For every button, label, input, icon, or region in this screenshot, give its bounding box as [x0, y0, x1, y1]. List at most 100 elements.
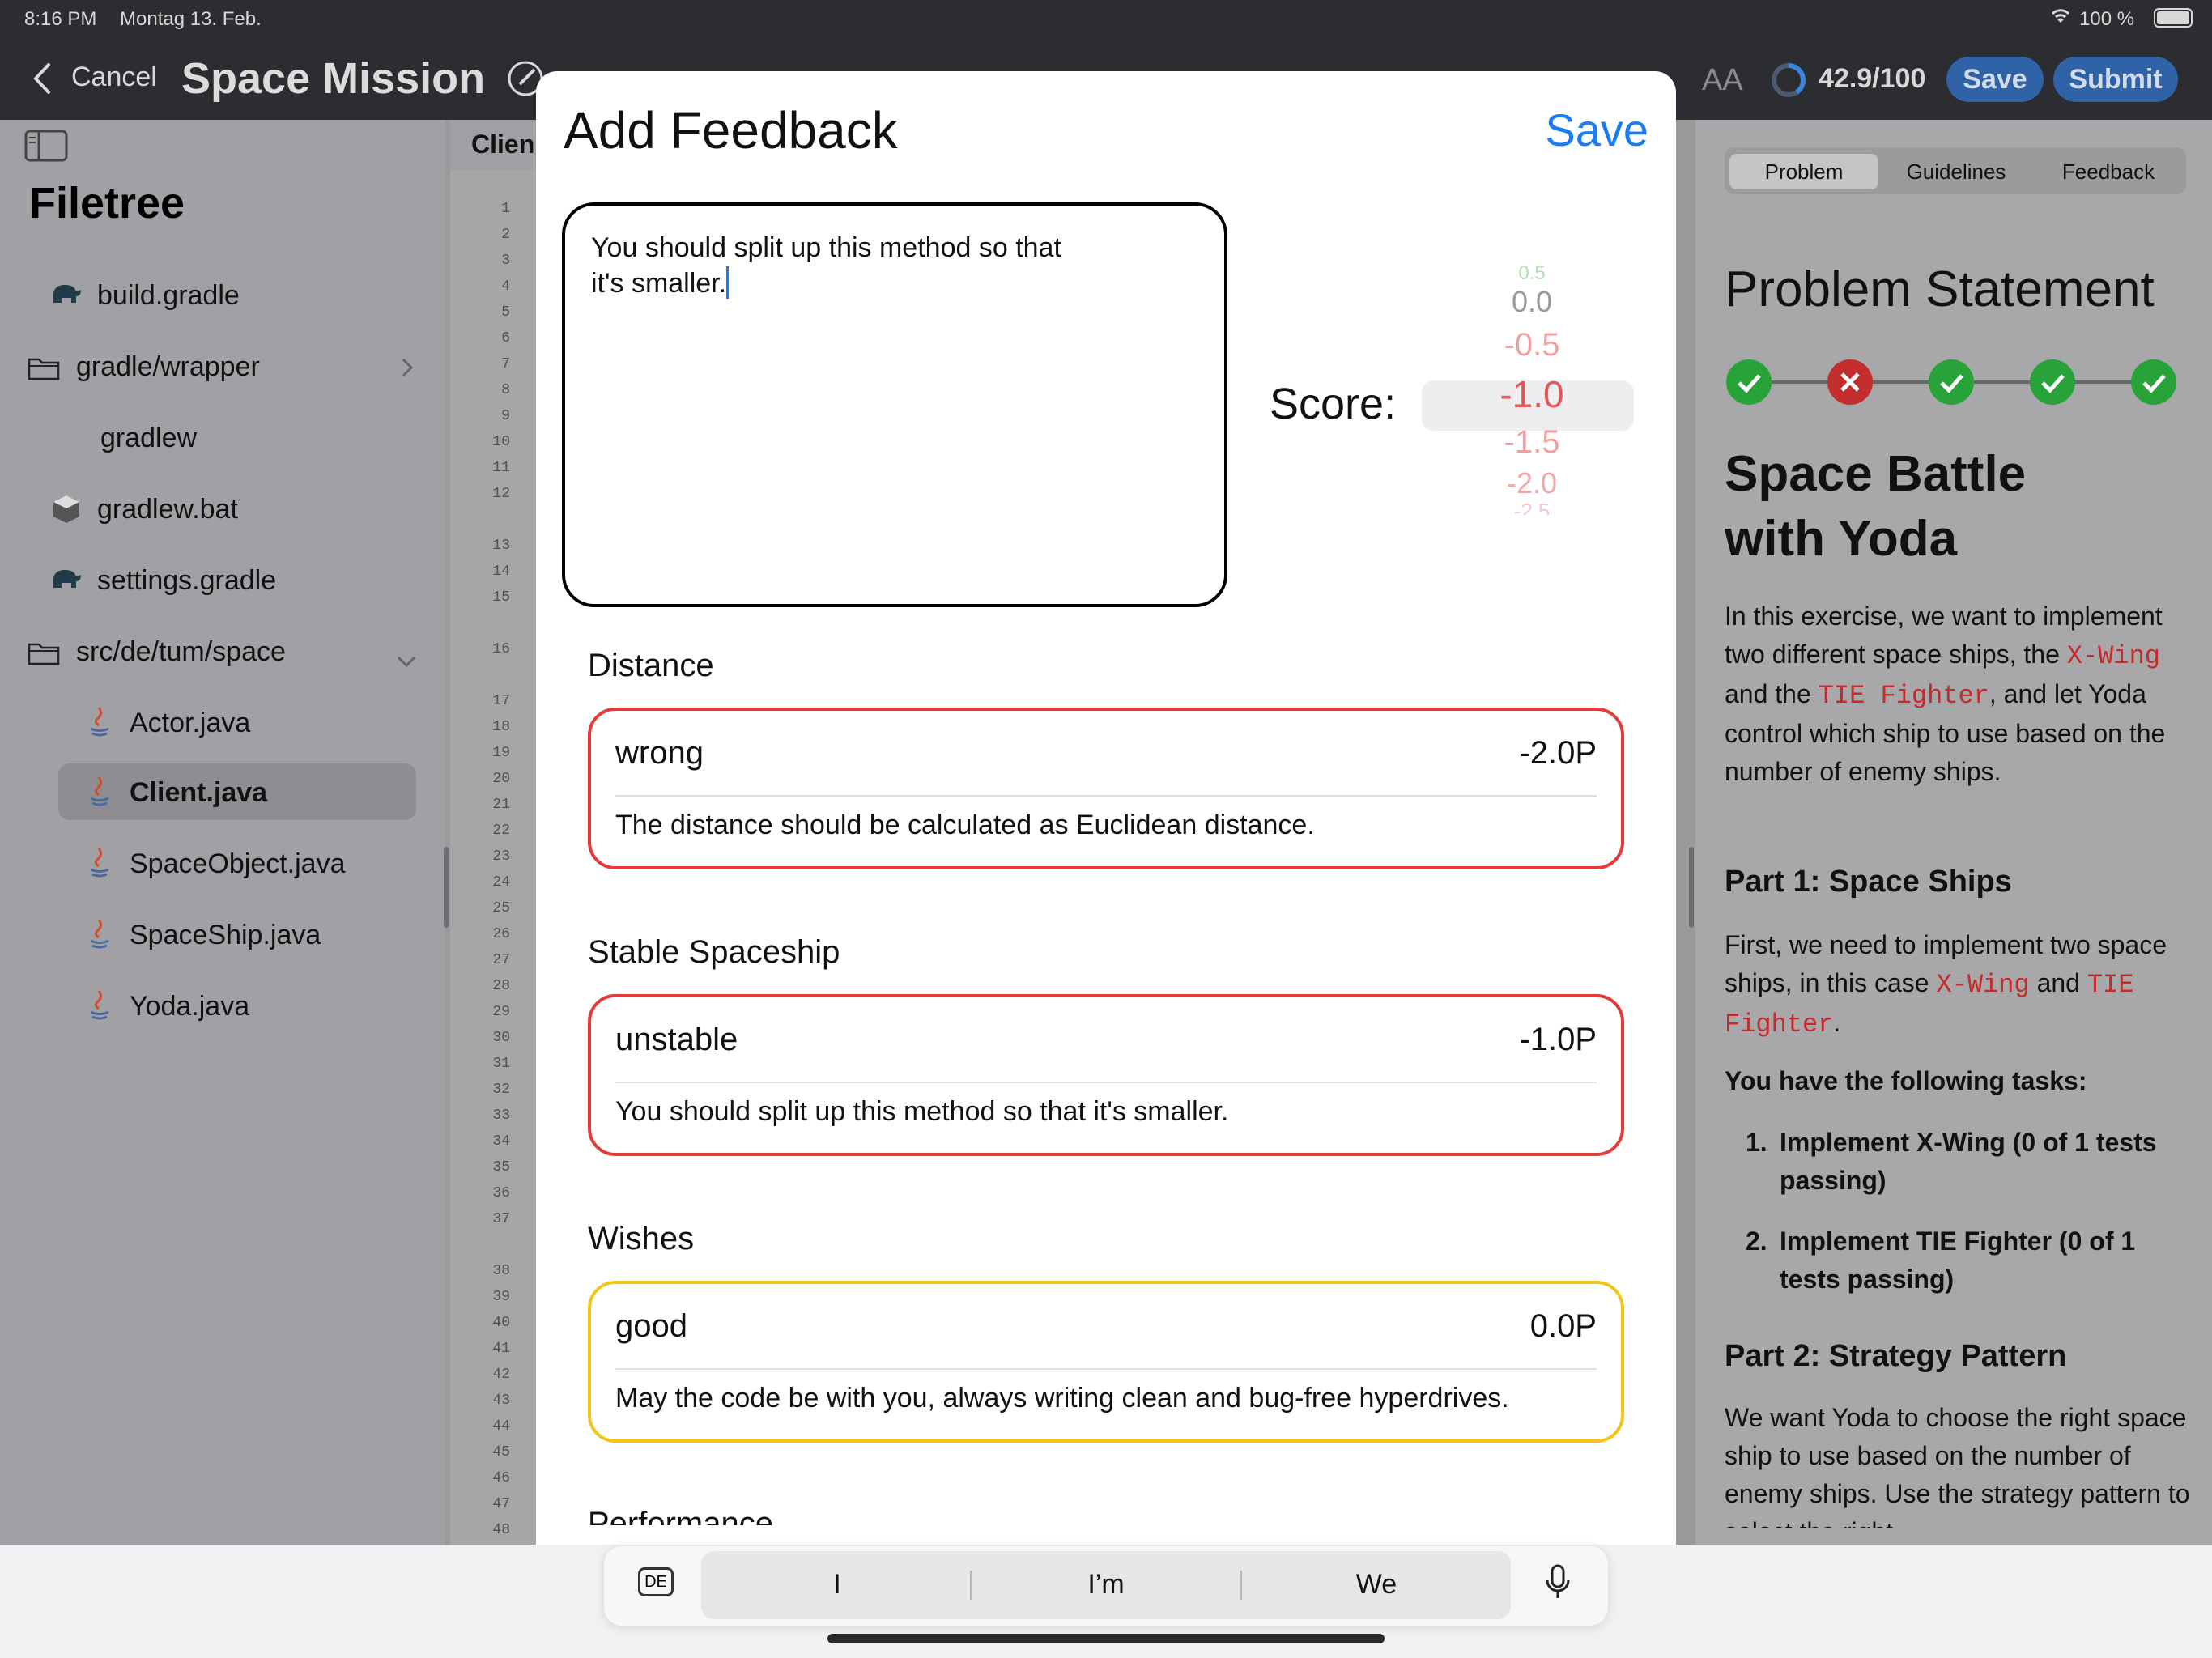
line-number: 27 [492, 952, 510, 968]
text-caret [726, 266, 730, 299]
task-item[interactable]: 1. Implement X-Wing (0 of 1 tests passing… [1725, 1124, 2194, 1200]
part2-title: Part 2: Strategy Pattern [1725, 1339, 2067, 1373]
chevron-left-icon[interactable] [31, 62, 52, 100]
line-number: 1 [501, 201, 510, 217]
suggestion-button[interactable]: I’m [985, 1569, 1227, 1601]
task-item[interactable]: 2. Implement TIE Fighter (0 of 1 tests pa… [1725, 1222, 2194, 1299]
file-client-java[interactable]: Client.java [0, 764, 445, 821]
top-save-button[interactable]: Save [1946, 57, 2044, 102]
line-number: 37 [492, 1211, 510, 1227]
cancel-button[interactable]: Cancel [71, 62, 157, 93]
folder-src[interactable]: src/de/tum/space [0, 623, 445, 680]
line-number: 8 [501, 382, 510, 398]
score-option[interactable]: -2.5 [1422, 499, 1642, 515]
score-picker-label: Score: [1270, 380, 1397, 428]
line-number: 9 [501, 408, 510, 424]
feedback-text: You should split up this method so that … [591, 232, 1061, 299]
file-yoda-java[interactable]: Yoda.java [0, 978, 445, 1035]
test-progress [1725, 356, 2178, 408]
modal-save-button[interactable]: Save [1545, 104, 1648, 156]
folder-gradle-wrapper[interactable]: gradle/wrapper [0, 338, 445, 395]
score-option[interactable]: 0.0 [1422, 285, 1642, 319]
panel-resize-handle[interactable] [1689, 847, 1694, 928]
line-number: 42 [492, 1367, 510, 1383]
text-size-button[interactable]: AA [1702, 63, 1743, 98]
line-number: 10 [492, 434, 510, 450]
line-number: 46 [492, 1470, 510, 1486]
feedback-card[interactable]: good 0.0P May the code be with you, alwa… [588, 1281, 1624, 1443]
line-number: 19 [492, 745, 510, 761]
tab-feedback[interactable]: Feedback [2034, 154, 2183, 189]
line-number: 21 [492, 797, 510, 813]
section-title: Stable Spaceship [588, 934, 840, 970]
score-option[interactable]: -0.5 [1422, 327, 1642, 363]
file-spaceship-java[interactable]: SpaceShip.java [0, 907, 445, 963]
battery-icon [2154, 8, 2193, 28]
score-option[interactable]: 0.5 [1422, 262, 1642, 285]
exercise-title: Space Battle with Yoda [1725, 446, 2027, 567]
feedback-card[interactable]: unstable -1.0P You should split up this … [588, 994, 1624, 1156]
chevron-down-icon [395, 644, 418, 676]
file-actor-java[interactable]: Actor.java [0, 695, 445, 751]
score-label: 42.9/100 [1819, 63, 1926, 94]
sidebar-resize-handle[interactable] [444, 847, 449, 928]
java-icon [87, 847, 112, 886]
java-icon [87, 706, 112, 746]
score-option[interactable]: -2.0 [1422, 466, 1642, 500]
panel-tab-control: Problem Guidelines Feedback [1725, 147, 2186, 194]
feedback-text-area[interactable]: You should split up this method so that … [562, 202, 1227, 607]
line-number: 34 [492, 1133, 510, 1150]
suggestion-button[interactable]: I [716, 1569, 959, 1601]
line-number: 36 [492, 1185, 510, 1201]
feedback-card[interactable]: wrong -2.0P The distance should be calcu… [588, 708, 1624, 869]
line-number: 7 [501, 356, 510, 372]
submit-button[interactable]: Submit [2053, 57, 2178, 102]
line-number: 48 [492, 1522, 510, 1538]
status-bar: 8:16 PM Montag 13. Feb. 100 % [0, 0, 2212, 39]
line-number: 15 [492, 589, 510, 606]
sidebar-toggle-icon[interactable] [24, 130, 68, 166]
file-spaceobject-java[interactable]: SpaceObject.java [0, 835, 445, 892]
autocomplete-suggestions: I I’m We [701, 1551, 1511, 1619]
suggestion-button[interactable]: We [1255, 1569, 1498, 1601]
microphone-icon[interactable] [1543, 1562, 1572, 1607]
line-number: 39 [492, 1289, 510, 1305]
chevron-right-icon [400, 355, 415, 386]
line-number: 11 [492, 460, 510, 476]
file-build-gradle[interactable]: build.gradle [0, 267, 445, 324]
part2-paragraph: We want Yoda to choose the right space s… [1725, 1403, 2190, 1528]
file-gradlew-bat[interactable]: gradlew.bat [0, 481, 445, 538]
line-number: 45 [492, 1444, 510, 1460]
line-number: 35 [492, 1159, 510, 1175]
java-icon [87, 989, 112, 1029]
problem-heading: Problem Statement [1725, 261, 2155, 317]
tab-problem[interactable]: Problem [1729, 154, 1878, 189]
status-time: 8:16 PM [24, 8, 97, 30]
line-number: 2 [501, 227, 510, 243]
part1-title: Part 1: Space Ships [1725, 865, 2012, 899]
problem-panel [1695, 120, 2212, 1545]
file-settings-gradle[interactable]: settings.gradle [0, 552, 445, 609]
line-number: 13 [492, 538, 510, 554]
line-number: 40 [492, 1315, 510, 1331]
home-indicator[interactable] [827, 1634, 1385, 1643]
folder-icon [28, 355, 60, 388]
tab-guidelines[interactable]: Guidelines [1882, 154, 2031, 189]
tasks-title: You have the following tasks: [1725, 1066, 2087, 1095]
wifi-icon [2048, 5, 2073, 30]
score-option[interactable]: -1.5 [1422, 424, 1642, 461]
section-title: Wishes [588, 1221, 695, 1256]
score-picker-wheel[interactable]: 0.5 0.0 -0.5 -1.0 -1.5 -2.0 -2.5 [1422, 256, 1642, 547]
line-number: 26 [492, 926, 510, 942]
editor-tab[interactable]: Clien [450, 120, 539, 170]
line-number: 6 [501, 330, 510, 346]
line-number: 47 [492, 1496, 510, 1512]
line-number: 44 [492, 1418, 510, 1435]
file-gradlew[interactable]: gradlew [0, 410, 445, 466]
language-switch-button[interactable]: DE [638, 1567, 674, 1596]
line-number: 33 [492, 1107, 510, 1124]
gradle-elephant-icon [50, 567, 83, 598]
line-number: 5 [501, 304, 510, 321]
section-title: Performance [588, 1506, 773, 1525]
score-option-selected[interactable]: -1.0 [1422, 372, 1642, 416]
